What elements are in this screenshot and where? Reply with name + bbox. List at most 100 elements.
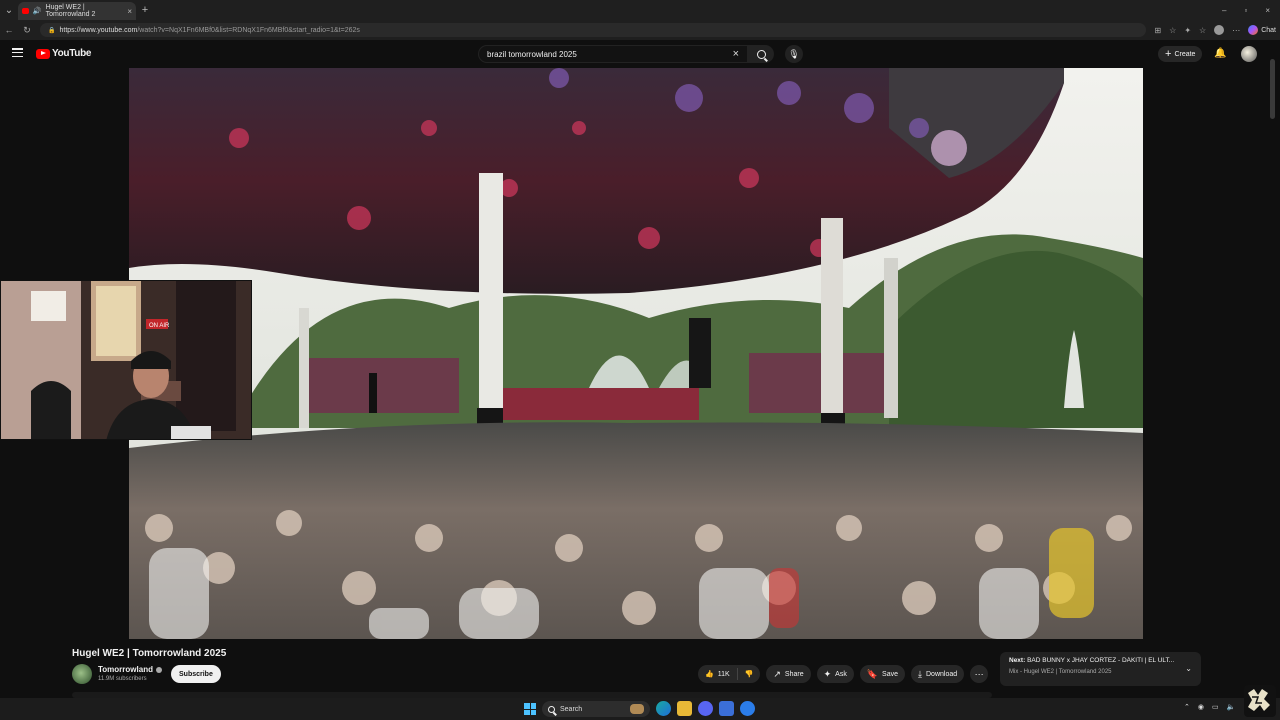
up-next-line: Next: BAD BUNNY x JHAY CORTEZ - DÁKITI |…	[1009, 657, 1179, 664]
like-dislike-group: 👍 11K 👎	[698, 665, 761, 683]
up-next-card[interactable]: Next: BAD BUNNY x JHAY CORTEZ - DÁKITI |…	[1000, 652, 1201, 686]
back-icon[interactable]: ←	[4, 25, 14, 35]
settings-more-icon[interactable]: ⋯	[1232, 26, 1240, 35]
minimize-button[interactable]: –	[1222, 6, 1226, 15]
youtube-logo[interactable]: YouTube	[36, 48, 92, 59]
sparkle-icon: ✦	[823, 668, 832, 679]
search-button[interactable]	[748, 45, 774, 63]
save-button[interactable]: 🔖 Save	[859, 665, 906, 683]
discord-icon[interactable]	[698, 701, 713, 716]
search-value: brazil tomorrowland 2025	[487, 49, 577, 59]
ask-button[interactable]: ✦ Ask	[816, 665, 854, 683]
clear-search-icon[interactable]: ×	[733, 48, 739, 60]
tray-chevron-up-icon[interactable]: ⌃	[1184, 703, 1190, 711]
volume-icon[interactable]: 🔈	[1227, 703, 1236, 711]
video-player[interactable]	[129, 68, 1143, 639]
new-tab-button[interactable]: +	[136, 4, 154, 16]
tab-title: Hugel WE2 | Tomorrowland 2	[45, 4, 96, 18]
taskbar-search-icon	[548, 705, 555, 713]
search-input[interactable]: brazil tomorrowland 2025 ×	[478, 45, 748, 63]
thumbs-up-icon: 👍	[705, 671, 714, 678]
search-icon	[756, 49, 766, 59]
on-air-sign: ON AIR	[149, 323, 170, 329]
tab-close-icon[interactable]: ×	[127, 7, 132, 16]
youtube-favicon-icon	[22, 8, 29, 14]
location-icon[interactable]: ◉	[1198, 703, 1204, 711]
menu-icon[interactable]	[12, 48, 23, 57]
copilot-chat-button[interactable]: Chat	[1248, 25, 1276, 35]
create-label: Create	[1174, 50, 1196, 58]
channel-name[interactable]: Tomorrowland	[98, 665, 162, 674]
plus-icon: +	[1165, 47, 1172, 60]
bookmark-icon: 🔖	[866, 668, 879, 679]
taskbar-search-label: Search	[560, 705, 583, 713]
account-avatar[interactable]	[1241, 46, 1257, 62]
share-label: Share	[784, 670, 804, 678]
verified-check-icon	[155, 666, 162, 673]
share-arrow-icon: ↗	[773, 668, 781, 679]
more-actions-button[interactable]: ⋯	[970, 665, 989, 683]
create-button[interactable]: + Create	[1158, 46, 1203, 62]
browser-tab-active[interactable]: 🔊 Hugel WE2 | Tomorrowland 2 ×	[18, 2, 136, 20]
like-count: 11K	[717, 670, 730, 678]
scrollbar-thumb[interactable]	[1270, 59, 1275, 119]
profile-icon[interactable]	[1214, 25, 1225, 35]
favorite-star-icon[interactable]: ☆	[1169, 26, 1176, 35]
windows-start-icon[interactable]	[524, 703, 536, 715]
url-host: https://www.youtube.com	[59, 26, 138, 34]
channel-avatar[interactable]	[72, 664, 92, 684]
voice-search-button[interactable]: 🎙	[785, 45, 803, 63]
taskbar-apps	[656, 701, 755, 716]
up-next-subtitle: Mix - Hugel WE2 | Tomorrowland 2025	[1009, 669, 1112, 675]
video-actions: 👍 11K 👎 ↗ Share ✦ Ask 🔖 Save ⤓ Download …	[698, 665, 989, 683]
window-controls: – ▫ ×	[1222, 6, 1280, 15]
youtube-header: YouTube brazil tomorrowland 2025 × 🎙 + C…	[0, 40, 1280, 68]
windows-taskbar: Search ⌃ ◉ ▭ 🔈	[0, 698, 1280, 720]
download-button[interactable]: ⤓ Download	[911, 665, 965, 683]
app-window-icon[interactable]	[719, 701, 734, 716]
page-scrollbar[interactable]	[1270, 45, 1276, 645]
subscriber-count: 11.9M subscribers	[98, 676, 147, 682]
refresh-icon[interactable]: ↻	[22, 25, 32, 36]
download-label: Download	[926, 670, 958, 678]
microphone-icon: 🎙	[788, 48, 800, 59]
share-button[interactable]: ↗ Share	[766, 665, 811, 683]
up-next-title: BAD BUNNY x JHAY CORTEZ - DÁKITI | EL ÚL…	[1027, 657, 1175, 664]
dislike-button[interactable]: 👎	[738, 665, 761, 683]
tab-audio-icon[interactable]: 🔊	[33, 7, 42, 15]
save-label: Save	[882, 670, 899, 678]
maximize-button[interactable]: ▫	[1244, 6, 1247, 15]
photos-icon[interactable]	[740, 701, 755, 716]
close-window-button[interactable]: ×	[1265, 6, 1270, 15]
video-info-section: Hugel WE2 | Tomorrowland 2025 Tomorrowla…	[0, 640, 1280, 698]
extensions-icon[interactable]: ✦	[1184, 26, 1191, 35]
search-highlight-icon	[630, 704, 644, 714]
subscribe-button[interactable]: Subscribe	[171, 665, 221, 683]
like-button[interactable]: 👍 11K	[698, 665, 737, 683]
browser-tab-strip: ⌄ 🔊 Hugel WE2 | Tomorrowland 2 × + – ▫ ×	[0, 0, 1280, 20]
favorites-icon[interactable]: ☆	[1199, 26, 1206, 35]
chat-label: Chat	[1261, 26, 1276, 34]
url-path: /watch?v=NqX1Fn6MBf0&list=RDNqX1Fn6MBf0&…	[137, 26, 360, 34]
notifications-bell-icon[interactable]: 🔔	[1214, 48, 1226, 59]
overlay-logo-watermark	[1244, 685, 1276, 717]
browser-toolbar: ⊞ ☆ ✦ ☆ ⋯ Chat	[1154, 25, 1276, 35]
youtube-play-icon	[36, 48, 50, 59]
taskbar-search[interactable]: Search	[542, 701, 650, 717]
chevron-down-icon[interactable]: ⌄	[1185, 664, 1192, 673]
ask-label: Ask	[835, 670, 847, 678]
video-frame-festival-crowd	[129, 68, 1143, 639]
tab-list-chevron-icon[interactable]: ⌄	[0, 0, 18, 20]
file-explorer-icon[interactable]	[677, 701, 692, 716]
edge-browser-icon[interactable]	[656, 701, 671, 716]
up-next-prefix: Next:	[1009, 657, 1026, 664]
app-available-icon[interactable]: ⊞	[1154, 26, 1161, 35]
download-arrow-icon: ⤓	[918, 668, 922, 679]
video-title: Hugel WE2 | Tomorrowland 2025	[72, 648, 227, 659]
webcam-overlay: ON AIR	[0, 280, 252, 440]
thumbs-down-icon: 👎	[744, 671, 754, 678]
url-field[interactable]: 🔒 https://www.youtube.com/watch?v=NqX1Fn…	[40, 23, 1147, 37]
address-bar-row: ← ↻ 🔒 https://www.youtube.com/watch?v=Nq…	[0, 20, 1280, 40]
webcam-streamer-scene: ON AIR	[1, 281, 251, 439]
display-icon[interactable]: ▭	[1212, 703, 1219, 711]
